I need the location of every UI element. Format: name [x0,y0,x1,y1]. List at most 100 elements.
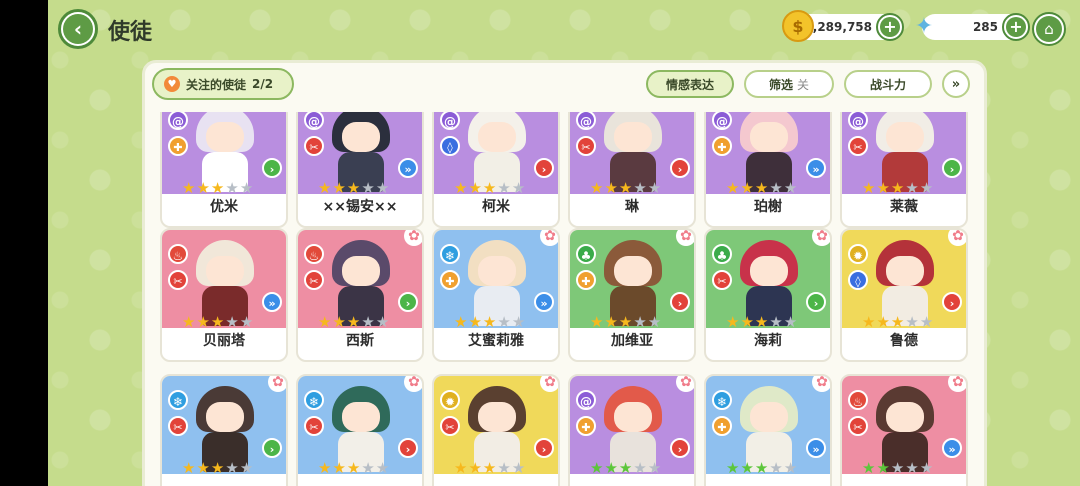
apostle-card[interactable]: @ ✂» ★ ★ ★ ★ ★ ××锡安×× [296,112,424,228]
apostle-card[interactable]: ♣ ✚ › ✿ ★ ★ ★ ★ ★ 加维亚 [568,228,696,362]
spiral-element-icon: @ [848,112,868,130]
apostle-card[interactable]: @ ✚ › ✿ ★ ★ ★ ★ ★ [568,374,696,486]
star-filled-icon: ★ [318,313,332,331]
star-filled-icon: ★ [590,179,604,197]
class-arrow-icon: › [398,292,418,312]
star-empty-icon: ★ [633,179,647,197]
apostle-card[interactable]: ♣ ✂ › ✿ ★ ★ ★ ★ ★ 海莉 [704,228,832,362]
apostle-card[interactable]: @ ✂ › ★ ★ ★ ★ ★ 琳 [568,112,696,228]
apostle-chibi-image [876,386,934,472]
star-filled-icon: ★ [318,459,332,477]
double-chevron-down-icon[interactable]: » [942,70,970,98]
heart-icon: ♥ [164,76,180,92]
star-empty-icon: ★ [239,459,254,477]
star-filled-icon: ★ [862,459,876,477]
class-arrow-icon: › [806,292,826,312]
apostle-name: 柯米 [482,199,510,215]
emotion-label: 情感表达 [665,77,714,92]
ice-element-icon: ❄ [168,390,188,410]
support-role-icon: ✚ [712,416,732,436]
class-arrow-icon: » [534,292,554,312]
star-filled-icon: ★ [890,313,905,331]
star-empty-icon: ★ [497,179,511,197]
class-arrow-icon: › [670,292,690,312]
followed-apostles-button[interactable]: ♥ 关注的使徒 2/2 [152,68,294,100]
leaf-element-icon: ♣ [712,244,732,264]
support-role-icon: ✚ [168,136,188,156]
star-empty-icon: ★ [783,459,798,477]
star-empty-icon: ★ [225,179,239,197]
apostle-card[interactable]: ♨ ✂ › ✿ ★ ★ ★ ★ ★ 西斯 [296,228,424,362]
star-filled-icon: ★ [346,179,361,197]
class-arrow-icon: » [398,158,418,178]
star-empty-icon: ★ [225,313,239,331]
gem-counter: ✦ 285 + [915,13,1030,41]
spiral-element-icon: @ [576,390,596,410]
apostle-card[interactable]: @ ✂ › ★ ★ ★ ★ ★ 莱薇 [840,112,968,228]
star-rating: ★ ★ ★ ★ ★ [726,460,797,476]
star-filled-icon: ★ [454,179,468,197]
apostle-card[interactable]: ✹ ✂ › ✿ ★ ★ ★ ★ ★ [432,374,560,486]
plus-icon: + [1006,17,1026,37]
star-filled-icon: ★ [196,459,210,477]
apostle-card[interactable]: ♨ ✂» ★ ★ ★ ★ ★ 贝丽塔 [160,228,288,362]
star-filled-icon: ★ [590,313,604,331]
attack-role-icon: ✂ [168,416,188,436]
support-role-icon: ✚ [712,136,732,156]
apostle-name: 莱薇 [890,199,918,215]
defense-role-icon: ◊ [848,270,868,290]
star-filled-icon: ★ [604,459,618,477]
star-filled-icon: ★ [210,313,225,331]
apostle-card[interactable]: ❄ ✚» ✿ ★ ★ ★ ★ ★ [704,374,832,486]
gem-icon: ✦ [914,13,934,39]
star-empty-icon: ★ [905,179,919,197]
star-rating: ★ ★ ★ ★ ★ [590,460,661,476]
apostle-card[interactable]: ❄ ✂ › ✿ ★ ★ ★ ★ ★ [160,374,288,486]
apostle-card[interactable]: @ ✚» ★ ★ ★ ★ ★ 珀榭 [704,112,832,228]
apostle-chibi-image [876,240,934,326]
sort-power-button[interactable]: 战斗力 [844,70,932,98]
apostle-card[interactable]: @ ✚ › ★ ★ ★ ★ ★ 优米 [160,112,288,228]
emotion-button[interactable]: 情感表达 [646,70,734,98]
star-empty-icon: ★ [633,459,647,477]
apostle-chibi-image [196,386,254,472]
apostle-card[interactable]: ❄ ✂ › ✿ ★ ★ ★ ★ ★ [296,374,424,486]
star-filled-icon: ★ [740,313,754,331]
star-filled-icon: ★ [182,313,196,331]
apostle-card[interactable]: @ ◊ › ★ ★ ★ ★ ★ 柯米 [432,112,560,228]
star-empty-icon: ★ [361,459,375,477]
apostle-chibi-image [468,386,526,472]
apostle-card[interactable]: ✹ ◊ › ✿ ★ ★ ★ ★ ★ 鲁德 [840,228,968,362]
star-empty-icon: ★ [647,459,662,477]
star-filled-icon: ★ [182,459,196,477]
class-arrow-icon: › [534,158,554,178]
star-empty-icon: ★ [905,459,919,477]
filter-button[interactable]: 筛选 关 [744,70,834,98]
home-button[interactable]: ⌂ [1032,12,1066,46]
star-filled-icon: ★ [196,179,210,197]
star-filled-icon: ★ [454,459,468,477]
star-filled-icon: ★ [618,179,633,197]
star-empty-icon: ★ [497,313,511,331]
coin-counter: $ 2,289,758 + [782,10,904,42]
back-button[interactable]: ‹ [58,9,98,49]
star-filled-icon: ★ [210,179,225,197]
apostle-chibi-image [468,240,526,326]
class-arrow-icon: » [942,438,962,458]
star-filled-icon: ★ [210,459,225,477]
spiral-element-icon: @ [576,112,596,130]
add-coins-button[interactable]: + [876,13,904,41]
light-element-icon: ✹ [848,244,868,264]
star-empty-icon: ★ [769,179,783,197]
apostle-card[interactable]: ❄ ✚» ✿ ★ ★ ★ ★ ★ 艾蜜莉雅 [432,228,560,362]
star-filled-icon: ★ [754,179,769,197]
class-arrow-icon: › [398,438,418,458]
star-filled-icon: ★ [346,313,361,331]
star-empty-icon: ★ [769,459,783,477]
ice-element-icon: ❄ [440,244,460,264]
attack-role-icon: ✂ [848,416,868,436]
attack-role-icon: ✂ [304,416,324,436]
star-filled-icon: ★ [862,313,876,331]
add-gems-button[interactable]: + [1002,13,1030,41]
apostle-card[interactable]: ♨ ✂» ✿ ★ ★ ★ ★ ★ [840,374,968,486]
